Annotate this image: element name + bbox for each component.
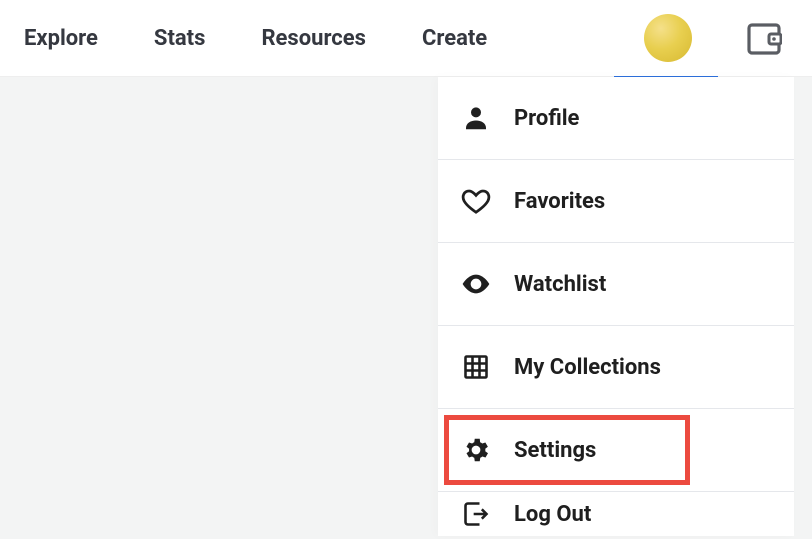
eye-icon (456, 268, 496, 300)
person-icon (456, 103, 496, 133)
grid-icon (456, 353, 496, 381)
nav-explore[interactable]: Explore (24, 26, 98, 51)
menu-item-watchlist[interactable]: Watchlist (438, 243, 794, 326)
nav-stats[interactable]: Stats (154, 26, 206, 51)
gear-icon (456, 435, 496, 465)
menu-item-my-collections[interactable]: My Collections (438, 326, 794, 409)
menu-label-profile: Profile (514, 106, 579, 131)
menu-label-my-collections: My Collections (514, 355, 661, 380)
menu-item-settings[interactable]: Settings (438, 409, 794, 492)
heart-icon (456, 186, 496, 216)
wallet-icon[interactable] (746, 22, 782, 60)
menu-label-log-out: Log Out (514, 502, 591, 527)
menu-label-favorites: Favorites (514, 189, 605, 214)
menu-item-favorites[interactable]: Favorites (438, 160, 794, 243)
nav-create[interactable]: Create (422, 26, 487, 51)
logout-icon (456, 500, 496, 528)
avatar[interactable] (644, 14, 692, 62)
nav-resources[interactable]: Resources (261, 26, 366, 51)
menu-label-settings: Settings (514, 438, 596, 463)
top-navigation: Explore Stats Resources Create (0, 0, 812, 77)
user-dropdown-menu: Profile Favorites Watchlist (438, 77, 794, 536)
menu-label-watchlist: Watchlist (514, 272, 606, 297)
menu-item-profile[interactable]: Profile (438, 77, 794, 160)
menu-item-log-out[interactable]: Log Out (438, 492, 794, 536)
